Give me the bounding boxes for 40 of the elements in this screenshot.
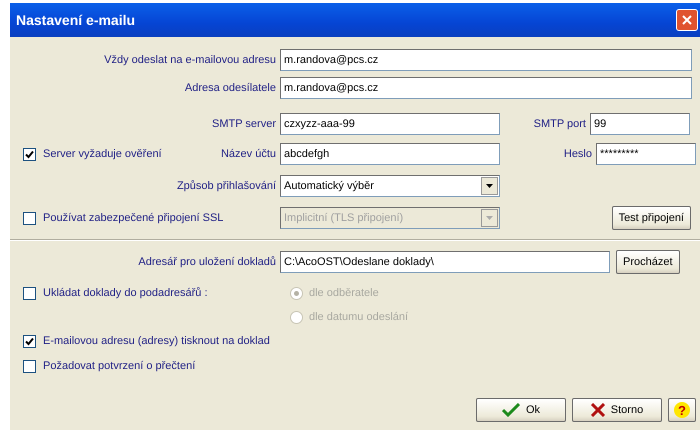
dropdown[interactable]: Automatický výběr xyxy=(280,175,500,197)
field-label: Adresa odesílatele xyxy=(184,82,277,94)
checkbox[interactable] xyxy=(23,360,36,372)
test-connection-button[interactable]: Test připojení xyxy=(612,206,691,230)
field-label: Adresář pro uložení dokladů xyxy=(137,256,277,268)
checkbox[interactable] xyxy=(23,334,36,348)
field-label: Heslo xyxy=(562,148,593,160)
field-label: Vždy odeslat na e-mailovou adresu xyxy=(103,54,277,66)
field-label: Název účtu xyxy=(220,148,277,160)
ok-button[interactable]: Ok xyxy=(476,398,566,422)
close-icon xyxy=(682,15,692,25)
help-button[interactable]: ? xyxy=(668,398,696,422)
smtp-port-field[interactable]: 99 xyxy=(590,113,690,135)
x-icon xyxy=(590,403,605,417)
folder-field[interactable]: C:\AcoOST\Odeslane doklady\ xyxy=(280,251,610,273)
radio-label: dle odběratele xyxy=(309,287,379,299)
checkmark-icon xyxy=(502,403,520,417)
browse-button[interactable]: Procházet xyxy=(616,250,680,274)
smtp-server-field[interactable]: czxyzz-aaa-99 xyxy=(280,113,500,135)
checkbox-label: Používat zabezpečené připojení SSL xyxy=(43,212,224,224)
checkbox[interactable] xyxy=(23,212,36,224)
field-label: SMTP server xyxy=(211,118,277,130)
window-title: Nastavení e-mailu xyxy=(15,12,136,28)
sender-field[interactable]: m.randova@pcs.cz xyxy=(280,77,692,99)
checkbox-label: Ukládat doklady do podadresářů : xyxy=(43,287,208,299)
field-label: SMTP port xyxy=(532,118,587,130)
checkbox-label: Server vyžaduje ověření xyxy=(43,148,163,160)
field-label: Způsob přihlašování xyxy=(176,180,277,192)
checkbox-label: E-mailovou adresu (adresy) tisknout na doklad xyxy=(43,335,270,347)
checkbox-label: Požadovat potvrzení o přečtení xyxy=(43,360,196,372)
close-button[interactable] xyxy=(676,9,698,31)
checkbox[interactable] xyxy=(23,286,36,300)
checkbox[interactable] xyxy=(23,148,36,160)
password-field[interactable]: ********* xyxy=(596,143,696,165)
cancel-button[interactable]: Storno xyxy=(572,398,662,422)
account-field[interactable]: abcdefgh xyxy=(280,143,500,165)
caret-icon xyxy=(486,184,493,188)
caret-icon xyxy=(486,216,493,220)
radio-label: dle datumu odeslání xyxy=(309,311,408,323)
email-field[interactable]: m.randova@pcs.cz xyxy=(280,49,692,71)
